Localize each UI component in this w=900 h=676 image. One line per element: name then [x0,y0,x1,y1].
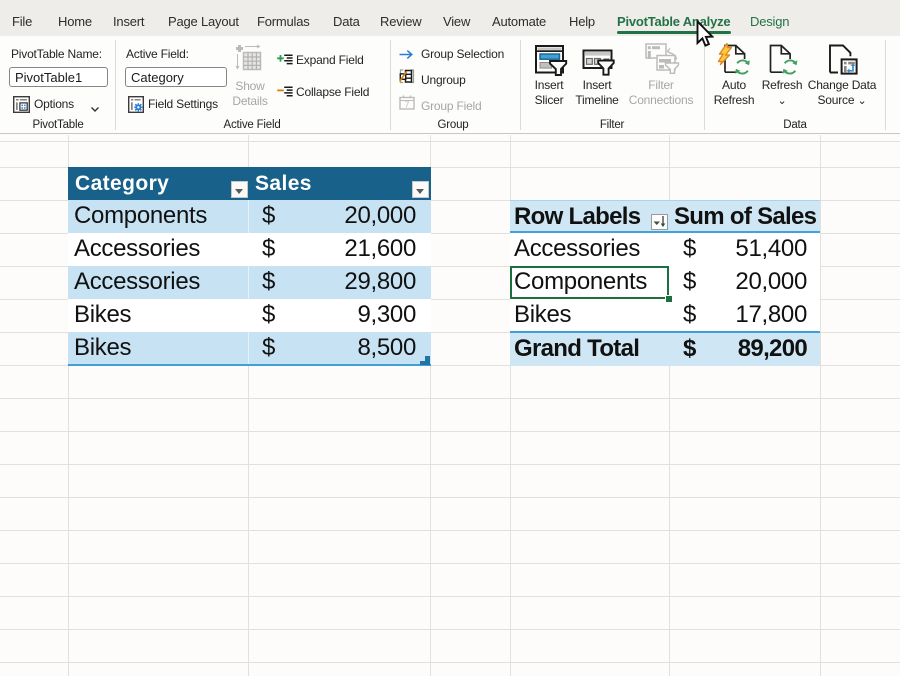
svg-text:7: 7 [405,100,410,110]
